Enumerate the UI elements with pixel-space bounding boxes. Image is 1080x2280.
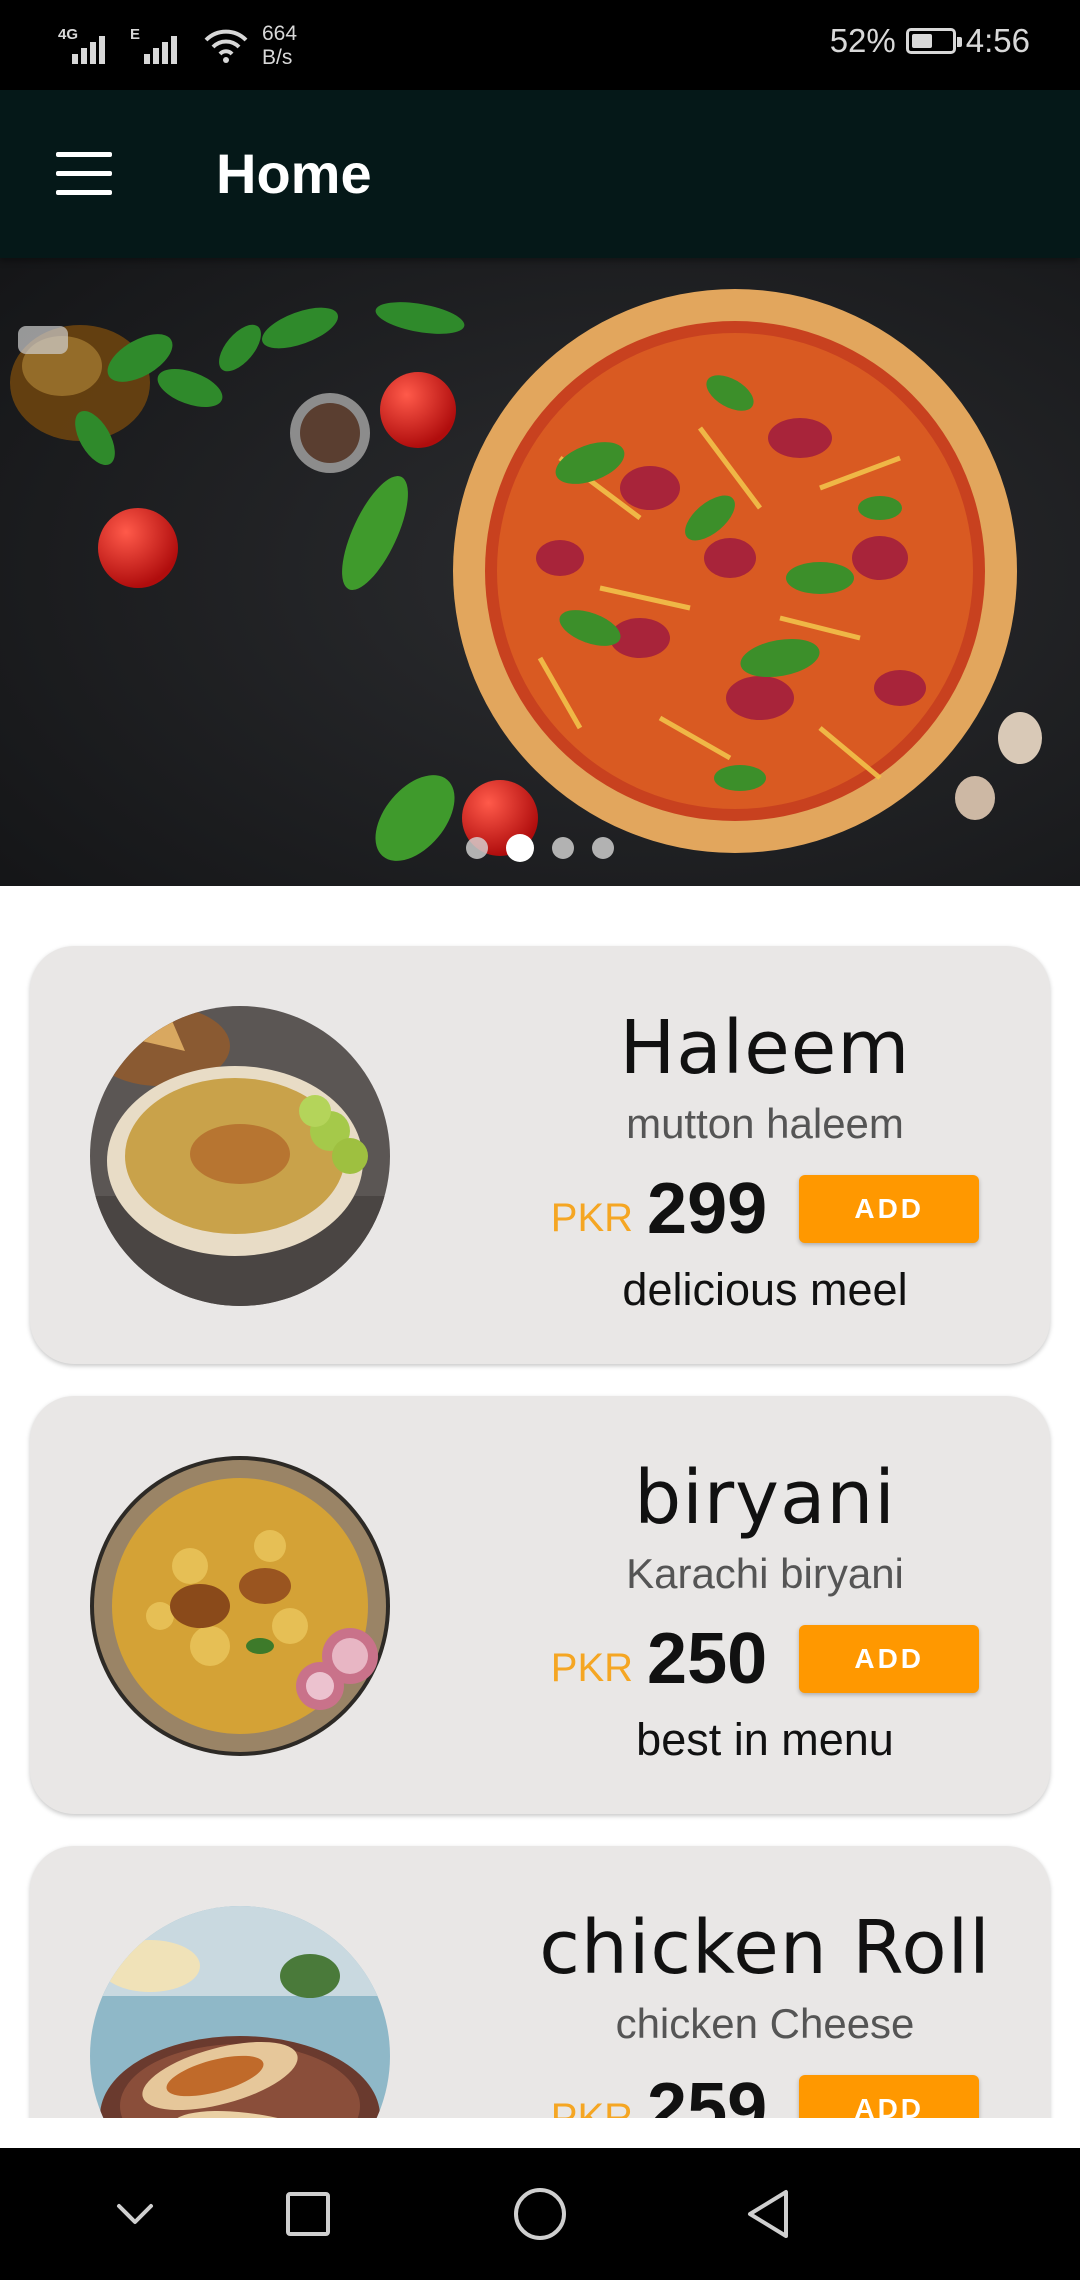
signal-4g-icon: 4G — [58, 24, 118, 68]
price-value: 259 — [647, 2069, 768, 2118]
add-to-cart-button[interactable]: ADD — [799, 1625, 980, 1693]
speed-unit: B/s — [262, 46, 293, 69]
dish-name: chicken Roll — [539, 1905, 991, 1991]
menu-item-info: Haleem mutton haleem PKR 299 ADD delicio… — [490, 1000, 1040, 1320]
price-value: 299 — [647, 1169, 768, 1249]
pizza-banner-image — [0, 258, 1080, 886]
price-row: PKR 259 ADD — [490, 2068, 1040, 2118]
network-speed: 664 B/s — [262, 22, 297, 70]
carousel-dot[interactable] — [506, 834, 534, 862]
back-triangle-icon[interactable] — [728, 2174, 808, 2254]
dish-subtitle: mutton haleem — [626, 1100, 904, 1147]
chicken-roll-image — [90, 1906, 390, 2118]
app-bar: Home — [0, 90, 1080, 258]
network-type-label: E — [130, 26, 141, 43]
price-row: PKR 250 ADD — [490, 1618, 1040, 1700]
recents-square-icon[interactable] — [268, 2174, 348, 2254]
clock: 4:56 — [965, 22, 1030, 59]
haleem-image — [90, 1006, 390, 1306]
signal-e-icon: E — [130, 24, 190, 68]
add-to-cart-button[interactable]: ADD — [799, 1175, 980, 1243]
carousel-dot[interactable] — [466, 837, 488, 859]
hamburger-menu-icon[interactable] — [40, 138, 130, 210]
menu-item-info: chicken Roll chicken Cheese PKR 259 ADD — [490, 1900, 1040, 2118]
menu-item-card[interactable]: biryani Karachi biryani PKR 250 ADD best… — [30, 1396, 1050, 1814]
dish-subtitle: chicken Cheese — [615, 2000, 915, 2047]
home-circle-icon[interactable] — [500, 2174, 580, 2254]
carousel-dot[interactable] — [552, 837, 574, 859]
status-bar: 4G E 664 B/s 52% 4:56 — [0, 0, 1080, 90]
status-left: 4G E 664 B/s — [58, 18, 297, 74]
menu-list[interactable]: Haleem mutton haleem PKR 299 ADD delicio… — [0, 886, 1080, 2118]
carousel-dot[interactable] — [592, 837, 614, 859]
menu-item-info: biryani Karachi biryani PKR 250 ADD best… — [490, 1450, 1040, 1770]
biryani-image — [90, 1456, 390, 1756]
price-row: PKR 299 ADD — [490, 1168, 1040, 1250]
banner-carousel[interactable] — [0, 258, 1080, 886]
currency-label: PKR — [550, 1195, 634, 1240]
wifi-icon — [204, 29, 248, 63]
menu-item-card[interactable]: Haleem mutton haleem PKR 299 ADD delicio… — [30, 946, 1050, 1364]
dish-description: delicious meel — [622, 1264, 908, 1315]
dish-subtitle: Karachi biryani — [626, 1550, 904, 1597]
price-value: 250 — [647, 1619, 768, 1699]
currency-label: PKR — [550, 1645, 634, 1690]
currency-label: PKR — [550, 2095, 634, 2119]
down-chevron-icon[interactable] — [95, 2174, 175, 2254]
menu-item-card[interactable]: chicken Roll chicken Cheese PKR 259 ADD — [30, 1846, 1050, 2118]
carousel-indicators — [0, 834, 1080, 862]
battery-percent: 52% — [829, 22, 896, 59]
page-title: Home — [216, 142, 372, 205]
dish-name: Haleem — [619, 1005, 911, 1091]
status-right: 52% 4:56 — [830, 22, 1030, 60]
dish-description: best in menu — [636, 1714, 894, 1765]
add-to-cart-button[interactable]: ADD — [799, 2075, 980, 2118]
system-nav-bar — [0, 2148, 1080, 2280]
speed-value: 664 — [262, 22, 298, 45]
battery-icon — [905, 28, 962, 54]
dish-name: biryani — [634, 1455, 896, 1541]
